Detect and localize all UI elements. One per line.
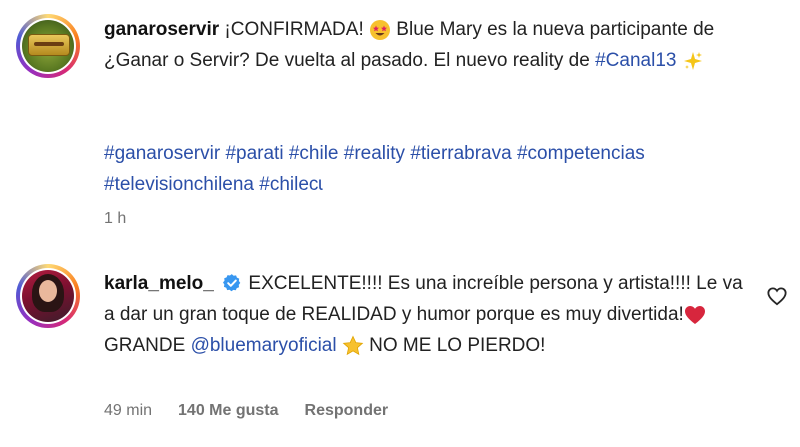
comment-meta: 49 min 140 Me gusta Responder (104, 402, 388, 420)
caption-lead: ¡CONFIRMADA! (224, 19, 364, 40)
comment-body-end: NO ME LO PIERDO! (363, 335, 546, 356)
avatar-image (22, 20, 74, 72)
post-avatar[interactable] (16, 14, 80, 78)
avatar-border (20, 18, 76, 74)
reply-button[interactable]: Responder (305, 402, 389, 420)
avatar-border (20, 268, 76, 324)
avatar-face (39, 280, 57, 302)
mention-link[interactable]: @bluemaryoficial (191, 335, 337, 356)
hashtag-link[interactable]: #televisionchilena (104, 174, 254, 195)
hashtag-link[interactable]: #reality (344, 143, 405, 164)
red-heart-emoji-icon (684, 305, 705, 324)
heart-outline-icon[interactable] (766, 286, 788, 306)
star-emoji-icon (342, 335, 364, 356)
comment-like-count[interactable]: 140 Me gusta (178, 402, 278, 420)
verified-badge-icon (223, 274, 241, 292)
star-struck-emoji-icon (370, 19, 391, 40)
caption-text: ganaroservir ¡CONFIRMADA! Blue Mary es l… (104, 14, 764, 76)
hashtag-link[interactable]: #parati (225, 143, 283, 164)
post-caption: ganaroservir ¡CONFIRMADA! Blue Mary es l… (0, 0, 800, 250)
hashtag-link[interactable]: #competencias (517, 143, 645, 164)
show-logo (28, 34, 70, 56)
hashtag-link[interactable]: #chilecɩ (259, 174, 322, 195)
comment-item: karla_melo_ EXCELENTE!!!! Es una increíb… (0, 252, 800, 447)
hashtag-link[interactable]: #ganaroservir (104, 143, 220, 164)
hashtag-link[interactable]: #tierrabrava (410, 143, 511, 164)
comment-timestamp[interactable]: 49 min (104, 402, 152, 420)
post-timestamp[interactable]: 1 h (104, 210, 126, 228)
comment-text: karla_melo_ EXCELENTE!!!! Es una increíb… (104, 268, 744, 361)
comment-avatar[interactable] (16, 264, 80, 328)
comment-username[interactable]: karla_melo_ (104, 273, 214, 294)
sparkles-emoji-icon (683, 51, 702, 70)
avatar-image (22, 270, 74, 322)
hashtag-link[interactable]: #Canal13 (595, 50, 676, 71)
hashtag-list: #ganaroservir #parati #chile #reality #t… (104, 138, 784, 200)
comment-body-grande: GRANDE (104, 335, 191, 356)
hashtag-link[interactable]: #chile (289, 143, 339, 164)
post-username[interactable]: ganaroservir (104, 19, 219, 40)
